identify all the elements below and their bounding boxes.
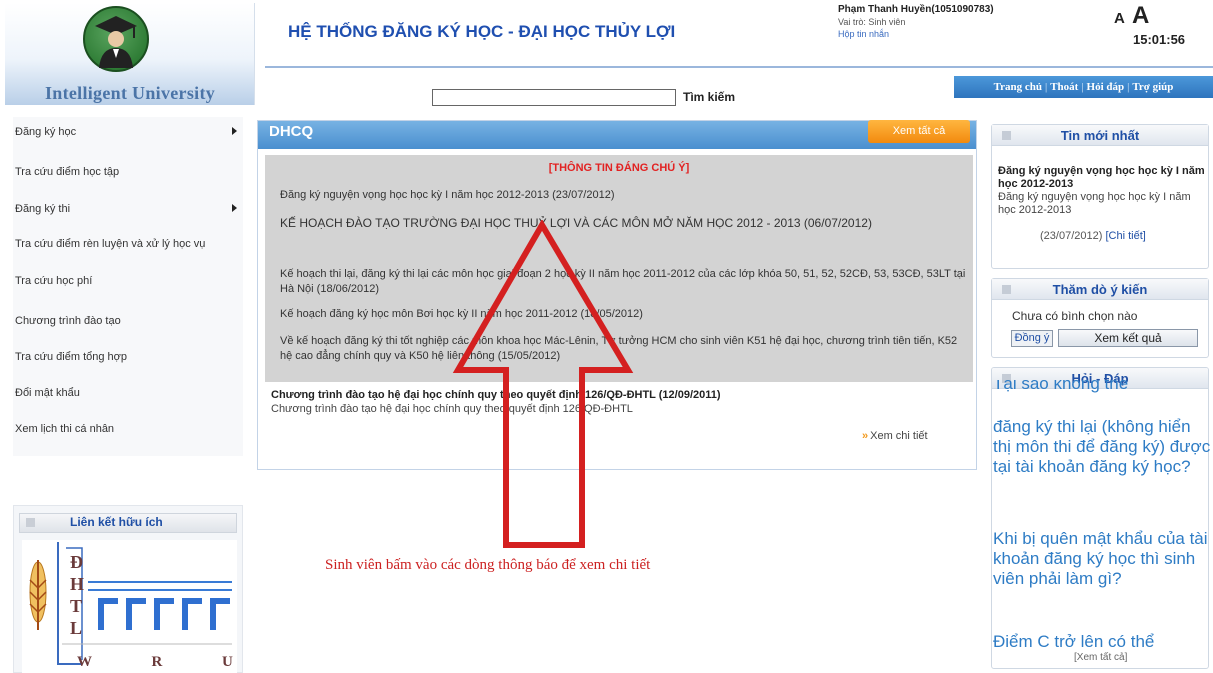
user-name: Phạm Thanh Huyền(1051090783) [838,4,994,15]
poll-header: Thăm dò ý kiến [992,279,1208,300]
university-name: Intelligent University [44,83,216,103]
clock: 15:01:56 [1133,32,1186,47]
submenu-arrow-icon [232,127,237,135]
menu-item-label: Đăng ký thi [15,203,71,215]
menu-item-curriculum[interactable]: Chương trình đào tạo [13,315,243,327]
dhtl-logo[interactable]: Đ H T L W R U [22,540,237,673]
menu-item-summary-grades[interactable]: Tra cứu điểm tổng hợp [13,351,243,363]
font-decrease-button[interactable]: A [1114,10,1125,27]
left-menu: Đăng ký học Tra cứu điểm học tập Đăng ký… [13,117,243,456]
news-detail-link[interactable]: [Chi tiết] [1105,230,1145,242]
menu-item-register-course[interactable]: Đăng ký học [13,126,243,138]
logo-letter: Đ [70,552,83,572]
poll-status: Chưa có bình chọn nào [1012,309,1138,323]
nav-faq[interactable]: Hỏi đáp [1087,81,1125,93]
menu-item-label: Tra cứu điểm rèn luyện và xử lý học vụ [15,238,206,250]
news-item-body: Đăng ký nguyện vọng học học kỳ I năm học… [998,191,1191,216]
search-input[interactable] [432,89,676,106]
system-title: HỆ THỐNG ĐĂNG KÝ HỌC - ĐẠI HỌC THỦY LỢI [288,22,676,41]
view-all-button[interactable]: Xem tất cả [868,120,970,143]
top-nav: Trang chủ | Thoát | Hỏi đáp | Trợ giúp [954,76,1213,98]
menu-item-exam-schedule[interactable]: Xem lịch thi cá nhân [13,423,243,435]
qa-item[interactable]: Khi bị quên mật khẩu của tài khoản đăng … [993,529,1213,589]
nav-separator: | [1081,81,1084,93]
submenu-arrow-icon [232,204,237,212]
qa-panel: Hỏi - Đáp [991,367,1209,669]
menu-item-label: Tra cứu điểm học tập [15,166,120,178]
menu-item-tuition[interactable]: Tra cứu học phí [13,275,243,287]
menu-item-conduct[interactable]: Tra cứu điểm rèn luyện và xử lý học vụ [13,239,235,250]
qa-item-label: Tại sao không thể [993,380,1129,393]
double-chevron-icon: » [862,430,869,442]
menu-item-label: Tra cứu học phí [15,275,93,287]
details-link[interactable]: » Xem chi tiết [862,430,928,442]
nav-separator: | [1127,81,1130,93]
logo-letter: T [70,596,82,616]
university-logo-icon [83,6,149,72]
poll-title: Thăm dò ý kiến [1052,282,1148,297]
annotation-arrow-icon [452,220,634,548]
logo-letter: H [70,574,84,594]
menu-item-label: Đăng ký học [15,126,77,138]
notice-link[interactable]: Đăng ký nguyện vọng học học kỳ I năm học… [280,188,972,203]
qa-item[interactable]: đăng ký thi lại (không hiển thị môn thi … [993,417,1213,477]
panel-title: DHCQ [269,123,314,140]
menu-item-grades[interactable]: Tra cứu điểm học tập [13,166,243,178]
latest-news-header: Tin mới nhất [992,125,1208,146]
details-link-label: Xem chi tiết [870,430,928,442]
user-role: Vai trò: Sinh viên [838,17,906,27]
qa-item[interactable]: Tại sao không thể [993,380,1213,406]
news-item-title[interactable]: Đăng ký nguyện vọng học học kỳ I năm học… [998,165,1208,191]
menu-item-label: Tra cứu điểm tổng hợp [15,351,127,363]
font-increase-button[interactable]: A [1132,2,1149,30]
useful-links-title: Liên kết hữu ích [70,515,163,529]
latest-news-title: Tin mới nhất [1060,128,1140,143]
menu-item-label: Chương trình đào tạo [15,315,121,327]
notice-heading: [THÔNG TIN ĐÁNG CHÚ Ý] [548,162,690,174]
nav-logout[interactable]: Thoát [1050,81,1078,93]
menu-item-label: Xem lịch thi cá nhân [15,423,115,435]
menu-item-register-exam[interactable]: Đăng ký thi [13,203,243,215]
poll-agree-button[interactable]: Đồng ý [1011,330,1053,347]
news-item-date: (23/07/2012) [Chi tiết] [1040,230,1146,242]
nav-help[interactable]: Trợ giúp [1132,81,1173,93]
menu-item-change-password[interactable]: Đổi mật khẩu [13,387,243,399]
news-date: (23/07/2012) [1040,230,1103,242]
logo-letter: L [70,618,82,638]
search-button[interactable]: Tìm kiếm [683,90,735,104]
logo-footer: W R U [77,654,237,670]
instruction-annotation: Sinh viên bấm vào các dòng thông báo để … [325,557,651,573]
menu-item-label: Đổi mật khẩu [15,387,80,399]
poll-results-button[interactable]: Xem kết quả [1058,329,1198,347]
nav-home[interactable]: Trang chủ [994,81,1042,93]
inbox-link[interactable]: Hộp tin nhắn [838,29,889,39]
header-divider [265,66,1213,68]
qa-view-all-link[interactable]: [Xem tất cả] [1072,652,1130,663]
header-bullet-icon [26,518,35,527]
nav-separator: | [1045,81,1048,93]
